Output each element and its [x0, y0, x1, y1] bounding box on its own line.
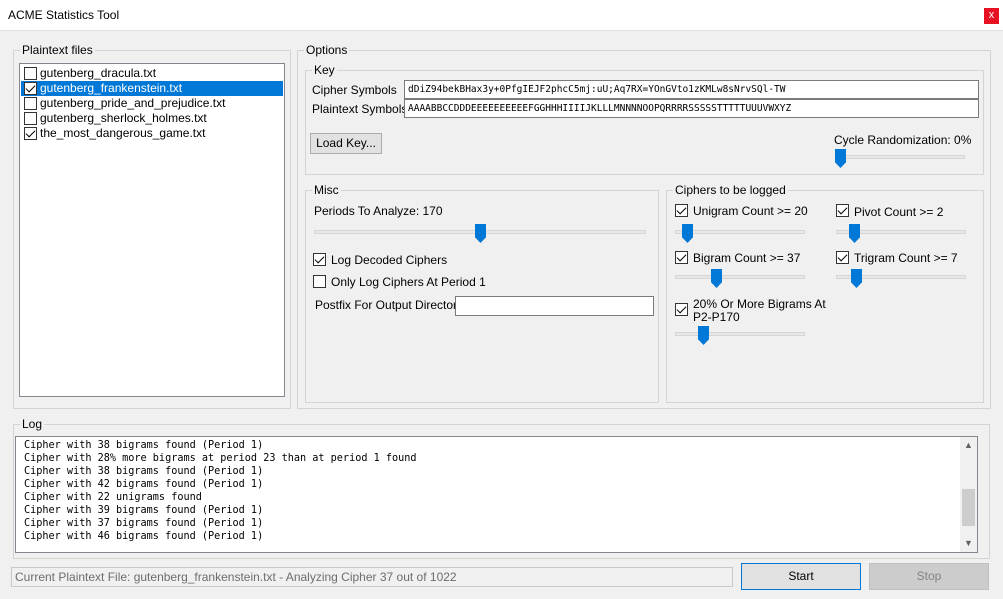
cipher-symbols-label: Cipher Symbols	[312, 83, 397, 97]
file-checkbox-frankenstein[interactable]	[24, 82, 37, 95]
plaintext-files-label: Plaintext files	[20, 43, 95, 57]
file-item-sherlock-holmes[interactable]: gutenberg_sherlock_holmes.txt	[21, 111, 283, 126]
start-button[interactable]: Start	[741, 563, 861, 590]
file-item-dracula[interactable]: gutenberg_dracula.txt	[21, 66, 283, 81]
file-checkbox-most-dangerous-game[interactable]	[24, 127, 37, 140]
log-line: Cipher with 38 bigrams found (Period 1)	[24, 466, 264, 477]
status-text: Current Plaintext File: gutenberg_franke…	[11, 567, 733, 587]
periods-to-analyze-label: Periods To Analyze: 170	[314, 204, 443, 218]
log-line: Cipher with 39 bigrams found (Period 1)	[24, 505, 264, 516]
bigram-track[interactable]	[675, 275, 805, 279]
plaintext-symbols-field[interactable]: AAAABBCCDDDEEEEEEEEEEFGGHHHIIIIJKLLLMNNN…	[404, 99, 979, 118]
bigram-label[interactable]: Bigram Count >= 37	[693, 251, 800, 265]
file-name: gutenberg_frankenstein.txt	[40, 81, 183, 95]
file-item-frankenstein[interactable]: gutenberg_frankenstein.txt	[21, 81, 283, 96]
misc-label: Misc	[312, 183, 341, 197]
log-output[interactable]: Cipher with 38 bigrams found (Period 1) …	[15, 436, 978, 553]
options-label: Options	[304, 43, 350, 57]
unigram-track[interactable]	[675, 230, 805, 234]
key-label: Key	[312, 63, 337, 77]
bigram-percent-track[interactable]	[675, 332, 805, 336]
trigram-label[interactable]: Trigram Count >= 7	[854, 251, 958, 265]
log-line: Cipher with 38 bigrams found (Period 1)	[24, 440, 264, 451]
log-line: Cipher with 46 bigrams found (Period 1)	[24, 531, 264, 542]
file-item-pride-and-prejudice[interactable]: gutenberg_pride_and_prejudice.txt	[21, 96, 283, 111]
trigram-checkbox[interactable]	[836, 251, 849, 264]
log-label: Log	[20, 417, 45, 431]
cycle-randomization-label: Cycle Randomization: 0%	[834, 133, 972, 147]
log-line: Cipher with 28% more bigrams at period 2…	[24, 453, 417, 464]
file-checkbox-pride-and-prejudice[interactable]	[24, 97, 37, 110]
file-name: the_most_dangerous_game.txt	[40, 126, 206, 140]
scroll-down-icon[interactable]: ▼	[960, 535, 977, 552]
log-line: Cipher with 42 bigrams found (Period 1)	[24, 479, 264, 490]
bigram-checkbox[interactable]	[675, 251, 688, 264]
bigram-percent-checkbox[interactable]	[675, 303, 688, 316]
log-line: Cipher with 37 bigrams found (Period 1)	[24, 518, 264, 529]
pivot-label[interactable]: Pivot Count >= 2	[854, 205, 943, 219]
plaintext-files-list[interactable]: gutenberg_dracula.txt gutenberg_frankens…	[19, 63, 285, 397]
unigram-checkbox[interactable]	[675, 204, 688, 217]
cycle-randomization-track[interactable]	[835, 155, 965, 159]
window-title: ACME Statistics Tool	[8, 8, 120, 22]
file-checkbox-sherlock-holmes[interactable]	[24, 112, 37, 125]
bigram-percent-label-line2[interactable]: P2-P170	[693, 310, 740, 324]
log-decoded-checkbox[interactable]	[313, 253, 326, 266]
cipher-symbols-field[interactable]: dDiZ94bekBHax3y+0PfgIEJF2phcC5mj:uU;Aq7R…	[404, 80, 979, 99]
unigram-label[interactable]: Unigram Count >= 20	[693, 204, 808, 218]
file-item-most-dangerous-game[interactable]: the_most_dangerous_game.txt	[21, 126, 283, 141]
close-button[interactable]: x	[984, 8, 999, 24]
bigram-percent-label-line1[interactable]: 20% Or More Bigrams At	[693, 297, 826, 311]
stop-button[interactable]: Stop	[869, 563, 989, 590]
ciphers-logged-label: Ciphers to be logged	[673, 183, 788, 197]
only-period1-label[interactable]: Only Log Ciphers At Period 1	[331, 275, 486, 289]
plaintext-symbols-label: Plaintext Symbols	[312, 102, 408, 116]
only-period1-checkbox[interactable]	[313, 275, 326, 288]
scroll-thumb[interactable]	[962, 489, 975, 526]
load-key-button[interactable]: Load Key...	[310, 133, 382, 154]
scroll-up-icon[interactable]: ▲	[960, 437, 977, 454]
log-line: Cipher with 22 unigrams found	[24, 492, 202, 503]
pivot-checkbox[interactable]	[836, 204, 849, 217]
file-name: gutenberg_pride_and_prejudice.txt	[40, 96, 226, 110]
file-checkbox-dracula[interactable]	[24, 67, 37, 80]
file-name: gutenberg_dracula.txt	[40, 66, 157, 80]
title-bar: ACME Statistics Tool x	[0, 0, 1003, 31]
log-decoded-label[interactable]: Log Decoded Ciphers	[331, 253, 447, 267]
file-name: gutenberg_sherlock_holmes.txt	[40, 111, 207, 125]
postfix-field[interactable]	[455, 296, 654, 316]
postfix-label: Postfix For Output Directory	[315, 298, 464, 312]
log-scrollbar[interactable]: ▲ ▼	[960, 437, 977, 552]
